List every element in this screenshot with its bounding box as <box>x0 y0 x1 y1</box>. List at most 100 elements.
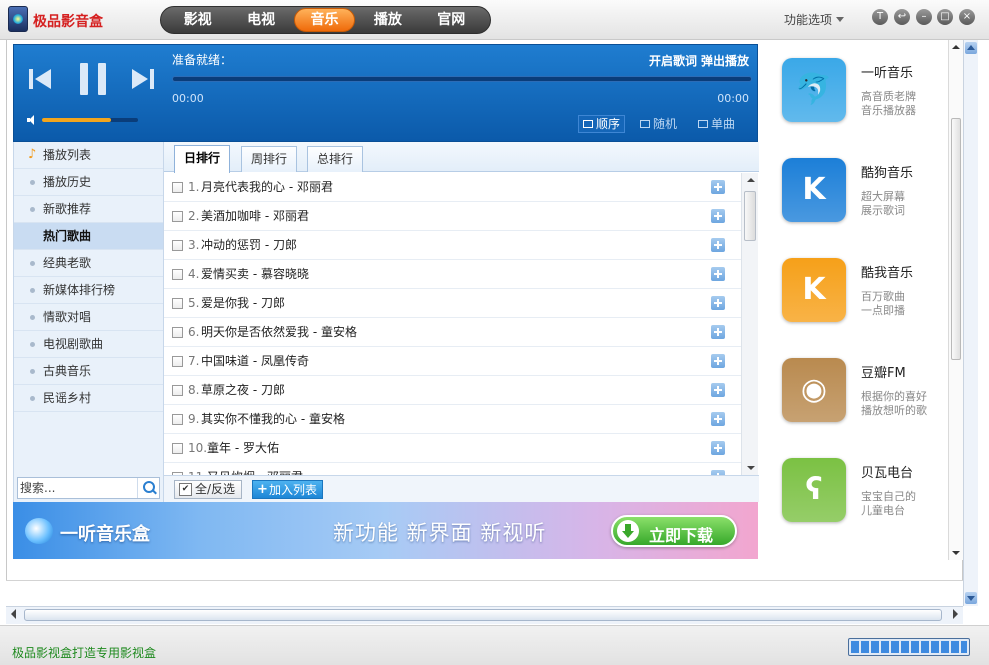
add-song-icon[interactable] <box>711 383 725 397</box>
song-row[interactable]: 5. 爱是你我 - 刀郎 <box>164 289 741 318</box>
song-checkbox[interactable] <box>172 211 183 222</box>
search-input[interactable] <box>20 479 134 497</box>
scroll-up-icon[interactable] <box>952 45 960 49</box>
song-checkbox[interactable] <box>172 356 183 367</box>
tab-play[interactable]: 播放 <box>357 8 418 32</box>
song-checkbox[interactable] <box>172 182 183 193</box>
next-track-icon[interactable] <box>130 69 154 89</box>
maximize-icon[interactable]: □ <box>937 9 953 25</box>
add-song-icon[interactable] <box>711 238 725 252</box>
previous-track-icon[interactable] <box>29 69 53 89</box>
song-checkbox[interactable] <box>172 298 183 309</box>
sidebar-item-duets[interactable]: 情歌对唱 <box>14 304 163 331</box>
radio-icon[interactable]: ◉ <box>782 358 846 422</box>
mode-single[interactable]: 单曲 <box>694 115 739 133</box>
song-row[interactable]: 2. 美酒加咖啡 - 邓丽君 <box>164 202 741 231</box>
app-item[interactable]: ◉ 豆瓣FM 根据你的喜好 播放想听的歌 <box>760 344 948 434</box>
tab-music[interactable]: 音乐 <box>293 8 356 32</box>
add-song-icon[interactable] <box>711 296 725 310</box>
kugou-icon[interactable]: K <box>782 158 846 222</box>
add-song-icon[interactable] <box>711 180 725 194</box>
tab-weekly-ranking[interactable]: 周排行 <box>241 146 298 172</box>
tshirt-icon[interactable]: T <box>872 9 888 25</box>
app-item[interactable]: K 酷狗音乐 超大屏幕 展示歌词 <box>760 144 948 234</box>
app-name[interactable]: 豆瓣FM <box>861 362 906 381</box>
song-row[interactable]: 3. 冲动的惩罚 - 刀郎 <box>164 231 741 260</box>
add-song-icon[interactable] <box>711 441 725 455</box>
app-name[interactable]: 酷狗音乐 <box>861 162 913 181</box>
song-row[interactable]: 8. 草原之夜 - 刀郎 <box>164 376 741 405</box>
sidebar-item-new-songs[interactable]: 新歌推荐 <box>14 196 163 223</box>
progress-bar[interactable] <box>172 76 752 82</box>
song-checkbox[interactable] <box>172 385 183 396</box>
window-horizontal-scrollbar[interactable] <box>6 606 963 624</box>
add-song-icon[interactable] <box>711 209 725 223</box>
volume-slider[interactable] <box>42 118 138 122</box>
window-vertical-scrollbar[interactable] <box>963 40 978 606</box>
tab-official-site[interactable]: 官网 <box>421 8 482 32</box>
mode-shuffle[interactable]: 随机 <box>636 115 681 133</box>
sidebar-item-tv-drama-songs[interactable]: 电视剧歌曲 <box>14 331 163 358</box>
volume-icon[interactable] <box>27 115 35 125</box>
scroll-down-icon[interactable] <box>747 466 755 470</box>
sidebar-item-classic-oldies[interactable]: 经典老歌 <box>14 250 163 277</box>
scroll-thumb[interactable] <box>744 191 756 241</box>
search-icon[interactable] <box>137 478 159 498</box>
app-name[interactable]: 酷我音乐 <box>861 262 913 281</box>
scroll-thumb[interactable] <box>24 609 942 621</box>
popup-player-link[interactable]: 弹出播放 <box>701 54 749 68</box>
app-item[interactable]: ʕ 贝瓦电台 宝宝自己的 儿童电台 <box>760 444 948 534</box>
song-row[interactable]: 4. 爱情买卖 - 慕容晓晓 <box>164 260 741 289</box>
apps-scrollbar[interactable] <box>948 40 963 560</box>
add-song-icon[interactable] <box>711 354 725 368</box>
download-now-button[interactable]: 立即下载 <box>611 515 737 547</box>
sidebar-item-new-media-chart[interactable]: 新媒体排行榜 <box>14 277 163 304</box>
tab-overall-ranking[interactable]: 总排行 <box>307 146 364 172</box>
app-item[interactable]: 🐬 一听音乐 高音质老牌 音乐播放器 <box>760 44 948 134</box>
dolphin-icon[interactable]: 🐬 <box>782 58 846 122</box>
minimize-to-tray-icon[interactable]: ↩ <box>894 9 910 25</box>
sidebar-item-playlist[interactable]: ♪ 播放列表 <box>14 142 163 169</box>
promo-banner[interactable]: 一听音乐盒 新功能 新界面 新视听 立即下载 <box>13 502 758 559</box>
song-row[interactable]: 6. 明天你是否依然爱我 - 童安格 <box>164 318 741 347</box>
song-checkbox[interactable] <box>172 240 183 251</box>
add-song-icon[interactable] <box>711 412 725 426</box>
sidebar-item-hot-songs[interactable]: 热门歌曲 <box>14 223 163 250</box>
scroll-down-icon[interactable] <box>952 551 960 555</box>
app-name[interactable]: 一听音乐 <box>861 62 913 81</box>
close-icon[interactable]: × <box>959 9 975 25</box>
app-item[interactable]: K 酷我音乐 百万歌曲 一点即播 <box>760 244 948 334</box>
function-options-menu[interactable]: 功能选项 <box>784 11 844 28</box>
kuwo-icon[interactable]: K <box>782 258 846 322</box>
tab-tv[interactable]: 电视 <box>230 8 291 32</box>
song-row[interactable]: 1. 月亮代表我的心 - 邓丽君 <box>164 173 741 202</box>
song-checkbox[interactable] <box>172 269 183 280</box>
song-row[interactable]: 11.又见炊烟 - 邓丽君 <box>164 463 741 475</box>
song-row[interactable]: 7. 中国味道 - 凤凰传奇 <box>164 347 741 376</box>
show-lyrics-link[interactable]: 开启歌词 <box>649 54 697 68</box>
song-row[interactable]: 10. 童年 - 罗大佑 <box>164 434 741 463</box>
add-song-icon[interactable] <box>711 325 725 339</box>
song-checkbox[interactable] <box>172 414 183 425</box>
tab-daily-ranking[interactable]: 日排行 <box>174 145 231 173</box>
add-song-icon[interactable] <box>711 267 725 281</box>
song-checkbox[interactable] <box>172 327 183 338</box>
sidebar-item-folk-country[interactable]: 民谣乡村 <box>14 385 163 412</box>
scroll-left-icon[interactable] <box>11 609 16 619</box>
song-list-scrollbar[interactable] <box>741 173 758 475</box>
scroll-down-icon[interactable] <box>965 592 977 604</box>
song-row[interactable]: 9. 其实你不懂我的心 - 童安格 <box>164 405 741 434</box>
minimize-icon[interactable]: – <box>916 9 932 25</box>
sidebar-item-history[interactable]: 播放历史 <box>14 169 163 196</box>
select-all-button[interactable]: 全/反选 <box>174 480 243 499</box>
scroll-up-icon[interactable] <box>965 42 977 54</box>
app-name[interactable]: 贝瓦电台 <box>861 462 913 481</box>
scroll-up-icon[interactable] <box>747 178 755 182</box>
sidebar-item-classical[interactable]: 古典音乐 <box>14 358 163 385</box>
scroll-right-icon[interactable] <box>953 609 958 619</box>
mode-sequential[interactable]: 顺序 <box>578 115 626 133</box>
song-checkbox[interactable] <box>172 443 183 454</box>
scroll-thumb[interactable] <box>951 118 961 360</box>
tab-movies[interactable]: 影视 <box>167 8 228 32</box>
add-to-list-button[interactable]: 加入列表 <box>252 480 324 499</box>
